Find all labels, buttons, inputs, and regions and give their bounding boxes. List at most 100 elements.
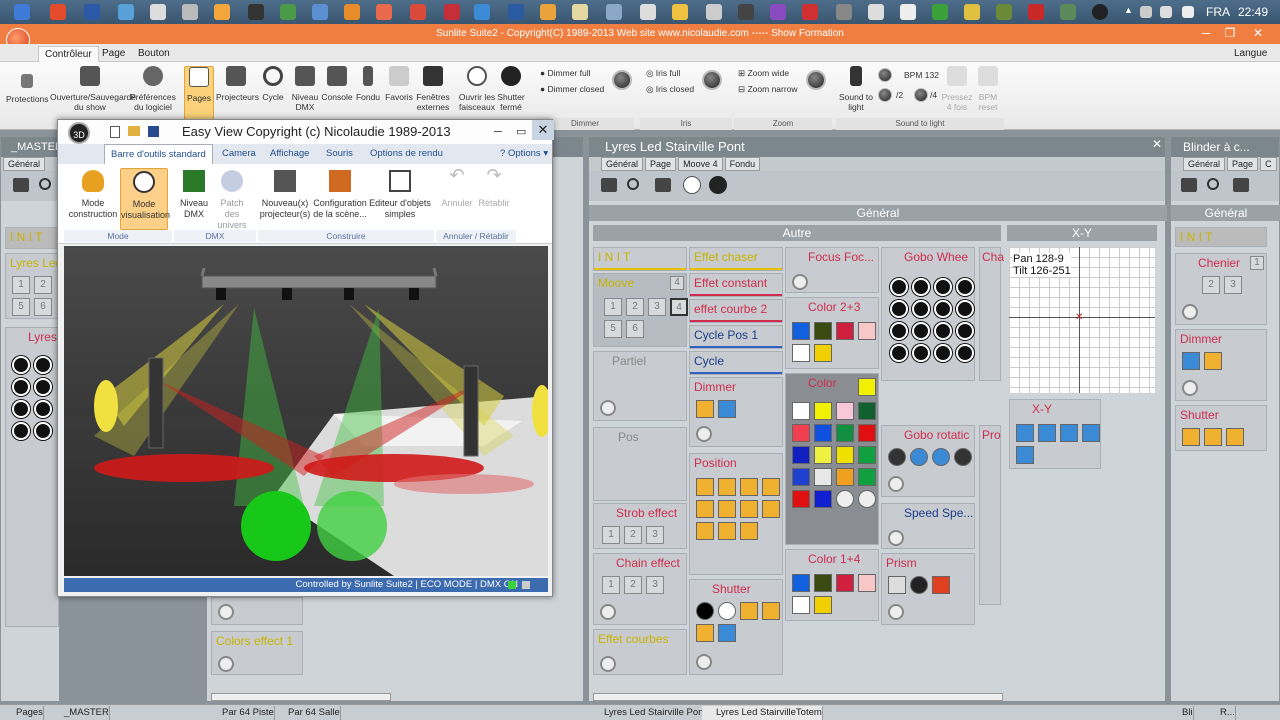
ouverture-button[interactable]: Ouverture/Sauvegarde du show [50, 66, 136, 112]
color-wheel-icon[interactable] [836, 490, 854, 508]
dial-icon[interactable] [600, 656, 616, 672]
grid-icon[interactable] [13, 178, 29, 192]
mode-construction-button[interactable]: Mode construction [66, 168, 120, 230]
xy-preset-icon[interactable] [1060, 424, 1078, 442]
langue-menu[interactable]: Langue ▾ [1228, 46, 1280, 75]
div2-knob[interactable] [878, 88, 892, 102]
niveau-dmx-button[interactable]: Niveau DMX [290, 66, 320, 112]
gobo-icon[interactable] [12, 378, 30, 396]
effet-constant-cell[interactable]: Effet constant [689, 273, 783, 297]
close-icon[interactable]: ✕ [1147, 137, 1167, 153]
dial-icon[interactable] [218, 656, 234, 672]
gobo-icon[interactable] [956, 300, 974, 318]
shutter-cell[interactable]: Shutter [689, 579, 783, 675]
app-icon[interactable] [182, 4, 198, 20]
gobo-rotation-cell[interactable]: Gobo rotatic [881, 425, 975, 497]
color-swatch[interactable] [814, 468, 832, 486]
console-button[interactable]: Console [320, 66, 354, 102]
gobo-icon[interactable] [934, 344, 952, 362]
color-swatch[interactable] [814, 424, 832, 442]
color-swatch[interactable] [814, 322, 832, 340]
gobo-icon[interactable] [34, 356, 52, 374]
init-button[interactable]: I N I T [593, 247, 687, 271]
color-swatch[interactable] [858, 378, 876, 396]
dial-icon[interactable] [888, 604, 904, 620]
lyres-cell[interactable]: Lyres [5, 327, 59, 627]
app-icon[interactable] [312, 4, 328, 20]
effet-courbe2-cell[interactable]: effet courbe 2 [689, 299, 783, 323]
app-icon[interactable] [932, 4, 948, 20]
volume-icon[interactable] [1182, 6, 1194, 18]
gobo-icon[interactable] [912, 322, 930, 340]
chrome-icon[interactable] [50, 4, 66, 20]
dial-icon[interactable] [1182, 304, 1198, 320]
app-icon[interactable] [802, 4, 818, 20]
prism-icon[interactable] [932, 576, 950, 594]
acrobat-icon[interactable] [1028, 4, 1044, 20]
close-icon[interactable]: ✕ [1248, 26, 1268, 42]
effet-chaser-cell[interactable]: Effet chaser [689, 247, 783, 271]
cycle-pos-cell[interactable]: Cycle Pos 1 [689, 325, 783, 349]
position-preset-icon[interactable] [718, 500, 736, 518]
dimmer-preset-icon[interactable] [1182, 352, 1200, 370]
tab-moove4[interactable]: Moove 4 [678, 157, 723, 171]
chip-2[interactable]: 2 [34, 276, 52, 294]
app-icon[interactable] [996, 4, 1012, 20]
dial-icon[interactable] [888, 476, 904, 492]
color-swatch[interactable] [792, 468, 810, 486]
tab-controleur[interactable]: Contrôleur [38, 46, 99, 62]
strobe-icon[interactable] [718, 624, 736, 642]
chip-5[interactable]: 5 [12, 298, 30, 316]
gobo-icon[interactable] [12, 400, 30, 418]
preferences-button[interactable]: Préférences du logiciel [130, 66, 176, 112]
clock[interactable]: 22:49 [1238, 5, 1268, 19]
color-swatch[interactable] [792, 424, 810, 442]
3d-scene-viewport[interactable] [64, 246, 548, 576]
gobo-icon[interactable] [956, 344, 974, 362]
dial-icon[interactable] [218, 604, 234, 620]
chain-effect-cell[interactable]: Chain effect 1 2 3 [593, 553, 687, 625]
chip-1[interactable]: 1 [604, 298, 622, 316]
gobo-icon[interactable] [34, 400, 52, 418]
open-folder-icon[interactable] [128, 126, 140, 136]
cycle-button[interactable]: Cycle [258, 66, 288, 102]
chip-3[interactable]: 3 [648, 298, 666, 316]
pressez-button[interactable]: Pressez 4 fois [940, 66, 974, 112]
tab-general[interactable]: Général [601, 157, 644, 171]
app-icon[interactable] [640, 4, 656, 20]
color-swatch[interactable] [814, 490, 832, 508]
app-3d-icon[interactable] [1092, 4, 1108, 20]
protections-button[interactable]: Protections [6, 66, 49, 104]
zoom-wide-button[interactable]: ⊞ Zoom wide [738, 68, 789, 79]
color-swatch[interactable] [814, 596, 832, 614]
app-icon[interactable] [868, 4, 884, 20]
gobo-wheel-cell[interactable]: Gobo Whee [881, 247, 975, 381]
xy-preset-icon[interactable] [1016, 446, 1034, 464]
effet-courbes-cell[interactable]: Effet courbes [593, 629, 687, 675]
dimmer-closed-button[interactable]: ● Dimmer closed [540, 84, 604, 94]
position-cell[interactable]: Position [689, 453, 783, 575]
tab-camera[interactable]: Camera [222, 148, 256, 159]
zoom-narrow-button[interactable]: ⊟ Zoom narrow [738, 84, 798, 95]
color-swatch[interactable] [814, 402, 832, 420]
new-file-icon[interactable] [110, 126, 120, 138]
init-button[interactable]: I N I T [5, 227, 59, 249]
dial-icon[interactable] [1182, 380, 1198, 396]
color-swatch[interactable] [858, 468, 876, 486]
app-icon[interactable] [150, 4, 166, 20]
gobo-icon[interactable] [34, 378, 52, 396]
chenier-cell[interactable]: Chenier 1 23 [1175, 253, 1267, 325]
ouvrir-faisceaux-button[interactable]: Ouvrir les faisceaux [458, 66, 496, 112]
configuration-scene-button[interactable]: Configuration de la scène... [312, 168, 368, 220]
dial-icon[interactable] [696, 654, 712, 670]
bottom-tab-par64-piste[interactable]: Par 64 Piste [208, 706, 275, 720]
app-icon[interactable] [410, 4, 426, 20]
sunlite-icon[interactable] [376, 4, 392, 20]
app-icon[interactable] [964, 4, 980, 20]
app-icon[interactable] [770, 4, 786, 20]
chip-3[interactable]: 3 [646, 526, 664, 544]
bottom-tab-pages[interactable]: Pages [2, 706, 44, 720]
chip-2[interactable]: 2 [626, 298, 644, 316]
color-swatch[interactable] [836, 322, 854, 340]
tab-page[interactable]: Page [645, 157, 677, 171]
